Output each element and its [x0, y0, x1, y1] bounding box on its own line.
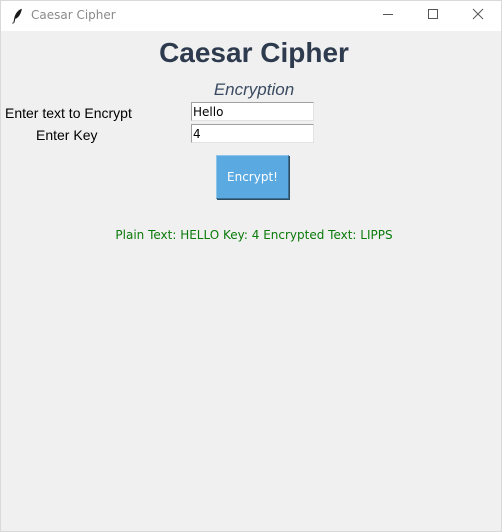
result-text: Plain Text: HELLO Key: 4 Encrypted Text:…: [115, 228, 393, 242]
encrypt-button[interactable]: Encrypt!: [216, 155, 289, 199]
window-title: Caesar Cipher: [31, 8, 116, 22]
plain-text-input[interactable]: [191, 102, 314, 121]
maximize-icon: [427, 7, 439, 25]
maximize-button[interactable]: [410, 1, 456, 31]
section-subtitle: Encryption: [213, 80, 295, 99]
close-icon: [472, 7, 484, 25]
close-button[interactable]: [455, 1, 501, 31]
app-window: Caesar Cipher Caesar Cipher Encryption E…: [0, 0, 502, 532]
minimize-icon: [382, 7, 394, 25]
feather-icon: [11, 8, 23, 24]
key-input[interactable]: [191, 124, 314, 143]
title-bar[interactable]: Caesar Cipher: [1, 1, 501, 31]
key-label: Enter Key: [36, 127, 98, 143]
page-title: Caesar Cipher: [159, 37, 349, 68]
minimize-button[interactable]: [365, 1, 411, 31]
plain-text-label: Enter text to Encrypt: [5, 105, 132, 121]
content-area: Caesar Cipher Encryption Enter text to E…: [1, 31, 501, 531]
